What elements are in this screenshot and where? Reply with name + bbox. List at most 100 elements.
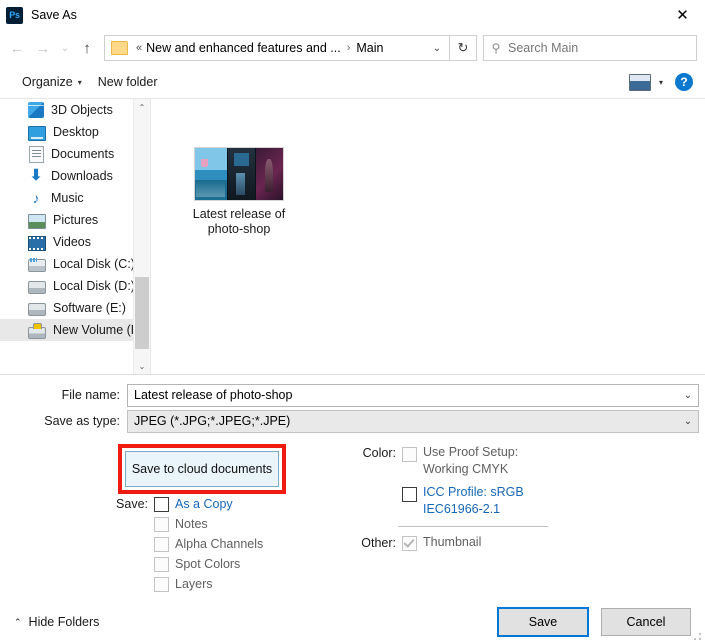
sidebar-item-label: Downloads bbox=[51, 169, 113, 183]
sidebar-item-label: Videos bbox=[53, 235, 91, 249]
folder-icon bbox=[111, 41, 128, 55]
refresh-icon[interactable]: ↻ bbox=[450, 35, 477, 61]
save-option-row: Notes bbox=[106, 514, 263, 534]
sidebar-item-local-disk-c[interactable]: Local Disk (C:) bbox=[0, 253, 133, 275]
save-option-row: Spot Colors bbox=[106, 554, 263, 574]
sidebar-item-software-e[interactable]: Software (E:) bbox=[0, 297, 133, 319]
sidebar-item-pictures[interactable]: Pictures bbox=[0, 209, 133, 231]
search-icon: ⚲ bbox=[491, 41, 501, 55]
view-mode-icon[interactable] bbox=[628, 73, 651, 91]
desktop-icon bbox=[28, 125, 46, 141]
alpha-channels-checkbox[interactable] bbox=[154, 536, 169, 552]
spot-colors-checkbox[interactable] bbox=[154, 556, 169, 572]
file-name-value[interactable]: Latest release of photo-shop bbox=[128, 388, 678, 402]
sidebar-item-label: Local Disk (C:) bbox=[53, 257, 133, 271]
thumbnail-label: Thumbnail bbox=[423, 535, 482, 549]
breadcrumb-overflow-icon[interactable]: « bbox=[132, 42, 146, 54]
list-item[interactable]: Latest release of photo-shop bbox=[184, 147, 294, 237]
save-options: Save to cloud documents Save: As a Copy No… bbox=[0, 438, 705, 598]
sidebar-item-documents[interactable]: Documents bbox=[0, 143, 133, 165]
use-proof-setup-label: Use Proof Setup: bbox=[423, 445, 519, 459]
file-name-row: File name: Latest release of photo-shop … bbox=[0, 383, 705, 407]
system-drive-icon bbox=[28, 258, 46, 272]
search-box[interactable]: ⚲ Search Main bbox=[483, 35, 697, 61]
save-label: Save: bbox=[116, 497, 148, 511]
breadcrumb-segment-1[interactable]: New and enhanced features and ... bbox=[146, 41, 341, 55]
sidebar-item-label: Software (E:) bbox=[53, 301, 126, 315]
file-name-label: File name: bbox=[61, 388, 120, 402]
close-icon[interactable]: ✕ bbox=[660, 0, 705, 30]
forward-icon[interactable]: → bbox=[30, 35, 56, 61]
navigation-sidebar: 3D Objects Desktop Documents ⬇ Downloads ♪ Mus… bbox=[0, 99, 133, 374]
notes-checkbox[interactable] bbox=[154, 516, 169, 532]
save-as-type-select[interactable]: JPEG (*.JPG;*.JPEG;*.JPE) ⌄ bbox=[127, 409, 699, 433]
sidebar-item-label: Local Disk (D:) bbox=[53, 279, 133, 293]
sidebar-item-desktop[interactable]: Desktop bbox=[0, 121, 133, 143]
address-bar[interactable]: « New and enhanced features and ... › Ma… bbox=[104, 35, 450, 61]
save-option-label: Spot Colors bbox=[175, 557, 241, 571]
sidebar-item-label: 3D Objects bbox=[51, 103, 113, 117]
back-icon[interactable]: ← bbox=[4, 35, 30, 61]
sidebar-item-label: Documents bbox=[51, 147, 115, 161]
resize-grip[interactable] bbox=[693, 632, 703, 642]
scrollbar-thumb[interactable] bbox=[135, 277, 149, 349]
save-to-cloud-documents-button[interactable]: Save to cloud documents bbox=[125, 451, 279, 487]
layers-checkbox[interactable] bbox=[154, 576, 169, 592]
save-as-type-row: Save as type: JPEG (*.JPG;*.JPEG;*.JPE) … bbox=[0, 409, 705, 433]
save-option-label: Notes bbox=[175, 517, 208, 531]
icc-profile-sublabel: IEC61966-2.1 bbox=[423, 502, 501, 516]
help-icon[interactable]: ? bbox=[675, 73, 693, 91]
scroll-up-icon[interactable]: ⌃ bbox=[134, 99, 150, 115]
icc-profile-checkbox[interactable] bbox=[402, 487, 417, 502]
sidebar-item-3d-objects[interactable]: 3D Objects bbox=[0, 99, 133, 121]
chevron-down-icon[interactable]: ▾ bbox=[659, 78, 663, 87]
scroll-down-icon[interactable]: ⌄ bbox=[134, 358, 150, 374]
save-as-type-value[interactable]: JPEG (*.JPG;*.JPEG;*.JPE) bbox=[128, 414, 678, 428]
color-label: Color: bbox=[362, 446, 396, 460]
thumbnail-panel-center bbox=[226, 148, 256, 200]
thumbnail-checkbox[interactable] bbox=[402, 536, 417, 551]
chevron-down-icon[interactable]: ⌄ bbox=[678, 390, 698, 401]
icc-profile-label: ICC Profile: sRGB bbox=[423, 485, 524, 499]
new-folder-button[interactable]: New folder bbox=[90, 72, 166, 92]
breadcrumb-segment-2[interactable]: Main bbox=[356, 41, 383, 55]
music-note-icon: ♪ bbox=[32, 190, 40, 206]
use-proof-setup-checkbox[interactable] bbox=[402, 447, 417, 462]
hide-folders-label: Hide Folders bbox=[28, 615, 100, 629]
sidebar-item-new-volume-f[interactable]: New Volume (F:) bbox=[0, 319, 133, 341]
drive-unlocked-icon bbox=[28, 322, 46, 339]
sidebar-item-label: New Volume (F:) bbox=[53, 323, 133, 337]
file-list-panel: Latest release of photo-shop bbox=[150, 99, 705, 374]
chevron-down-icon[interactable]: ⌄ bbox=[678, 416, 698, 427]
use-proof-setup-row: Color: Use Proof Setup: Working CMYK bbox=[352, 444, 548, 478]
sidebar-item-videos[interactable]: Videos bbox=[0, 231, 133, 253]
other-label: Other: bbox=[361, 536, 396, 550]
file-name-input[interactable]: Latest release of photo-shop ⌄ bbox=[127, 383, 699, 407]
organize-label: Organize bbox=[22, 75, 73, 89]
chevron-down-icon[interactable]: ⌄ bbox=[425, 43, 449, 54]
organize-button[interactable]: Organize ▾ bbox=[14, 72, 90, 92]
save-option-row: Save: As a Copy bbox=[106, 494, 263, 514]
search-input[interactable]: Search Main bbox=[508, 41, 578, 55]
working-cmyk-label: Working CMYK bbox=[423, 462, 509, 476]
cancel-button[interactable]: Cancel bbox=[601, 608, 691, 636]
sidebar-item-local-disk-d[interactable]: Local Disk (D:) bbox=[0, 275, 133, 297]
sidebar-item-label: Desktop bbox=[53, 125, 99, 139]
up-icon[interactable]: ↑ bbox=[74, 35, 100, 61]
sidebar-item-music[interactable]: ♪ Music bbox=[0, 187, 133, 209]
save-option-row: Layers bbox=[106, 574, 263, 594]
icc-profile-row: ICC Profile: sRGB IEC61966-2.1 bbox=[352, 484, 548, 518]
recent-locations-icon[interactable]: ⌄ bbox=[56, 35, 74, 61]
sidebar-item-label: Music bbox=[51, 191, 84, 205]
sidebar-item-label: Pictures bbox=[53, 213, 99, 227]
sidebar-scrollbar[interactable]: ⌃ ⌄ bbox=[133, 99, 150, 374]
hide-folders-button[interactable]: ⌃ Hide Folders bbox=[14, 615, 99, 629]
save-button[interactable]: Save bbox=[497, 607, 589, 637]
videos-icon bbox=[28, 235, 46, 251]
save-as-type-label: Save as type: bbox=[44, 414, 120, 428]
drive-icon bbox=[28, 281, 46, 294]
dialog-footer: ⌃ Hide Folders Save Cancel bbox=[0, 600, 705, 644]
options-divider bbox=[398, 526, 548, 527]
sidebar-item-downloads[interactable]: ⬇ Downloads bbox=[0, 165, 133, 187]
as-a-copy-checkbox[interactable] bbox=[154, 496, 169, 512]
